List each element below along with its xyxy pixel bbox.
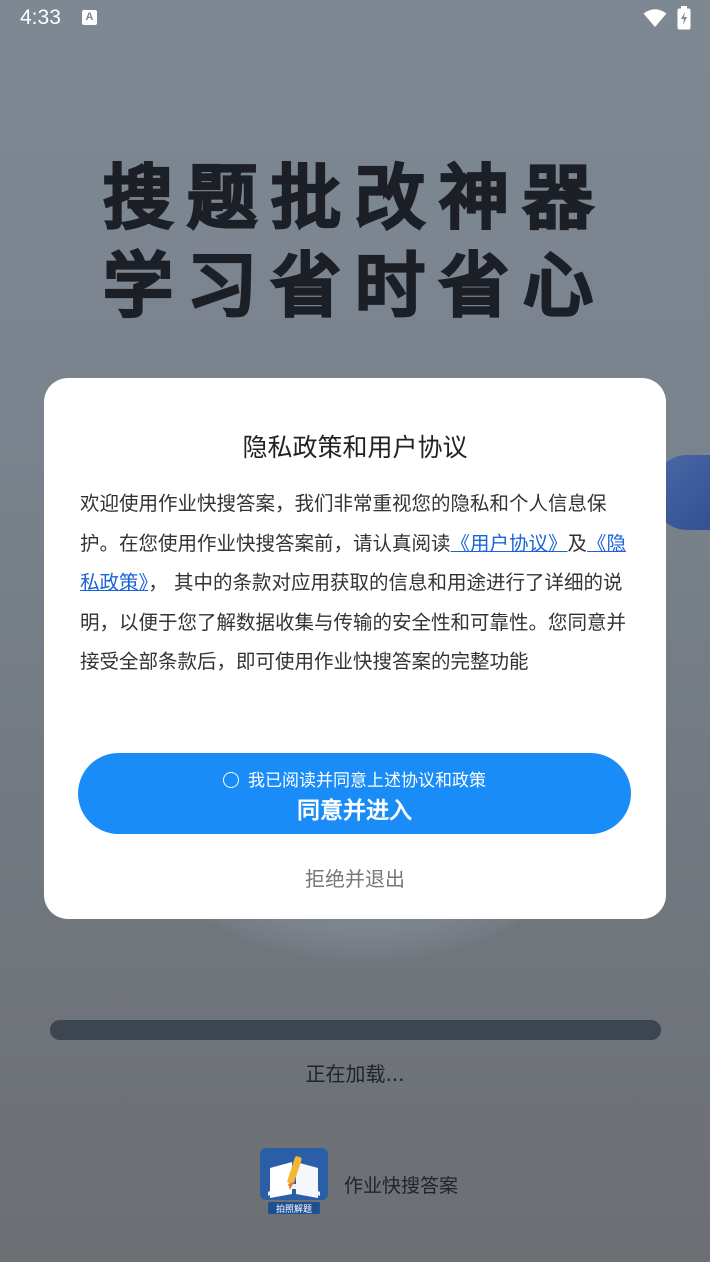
dialog-body-part3: ， 其中的条款对应用获取的信息和用途进行了详细的说明，以便于您了解数据收集与传输… bbox=[80, 571, 627, 674]
reject-and-exit-button[interactable]: 拒绝并退出 bbox=[44, 863, 666, 892]
dialog-title: 隐私政策和用户协议 bbox=[242, 433, 468, 462]
dialog-body-text: 欢迎使用作业快搜答案，我们非常重视您的隐私和个人信息保护。在您使用作业快搜答案前… bbox=[80, 484, 640, 682]
dialog-body-part2: 及 bbox=[567, 531, 588, 555]
radio-circle-icon[interactable] bbox=[223, 772, 239, 788]
loading-progress-fill bbox=[50, 1020, 661, 1040]
status-time: 4:33 bbox=[20, 6, 61, 29]
consent-checkbox-label: 我已阅读并同意上述协议和政策 bbox=[248, 771, 486, 791]
loading-progress-bar bbox=[50, 1020, 661, 1040]
battery-icon bbox=[677, 6, 691, 30]
slogan-line-2: 学习省时省心 bbox=[102, 244, 607, 328]
slogan-line-1: 搜题批改神器 bbox=[102, 156, 607, 240]
status-bar: 4:33 A bbox=[0, 0, 710, 38]
user-agreement-link[interactable]: 《用户协议》 bbox=[451, 532, 568, 555]
privacy-dialog: 隐私政策和用户协议 欢迎使用作业快搜答案，我们非常重视您的隐私和个人信息保护。在… bbox=[44, 378, 666, 919]
wifi-icon bbox=[643, 9, 667, 27]
agree-button-label: 同意并进入 bbox=[297, 798, 412, 824]
loading-text: 正在加载... bbox=[305, 1062, 405, 1086]
app-logo-icon: 拍照解题 bbox=[260, 1148, 328, 1215]
notification-a-icon: A bbox=[82, 10, 97, 25]
app-logo-caption: 拍照解题 bbox=[276, 1203, 312, 1215]
consent-checkbox[interactable]: 我已阅读并同意上述协议和政策 bbox=[78, 766, 631, 791]
app-name: 作业快搜答案 bbox=[344, 1175, 459, 1197]
agree-and-enter-button[interactable]: 我已阅读并同意上述协议和政策 同意并进入 bbox=[78, 753, 631, 834]
